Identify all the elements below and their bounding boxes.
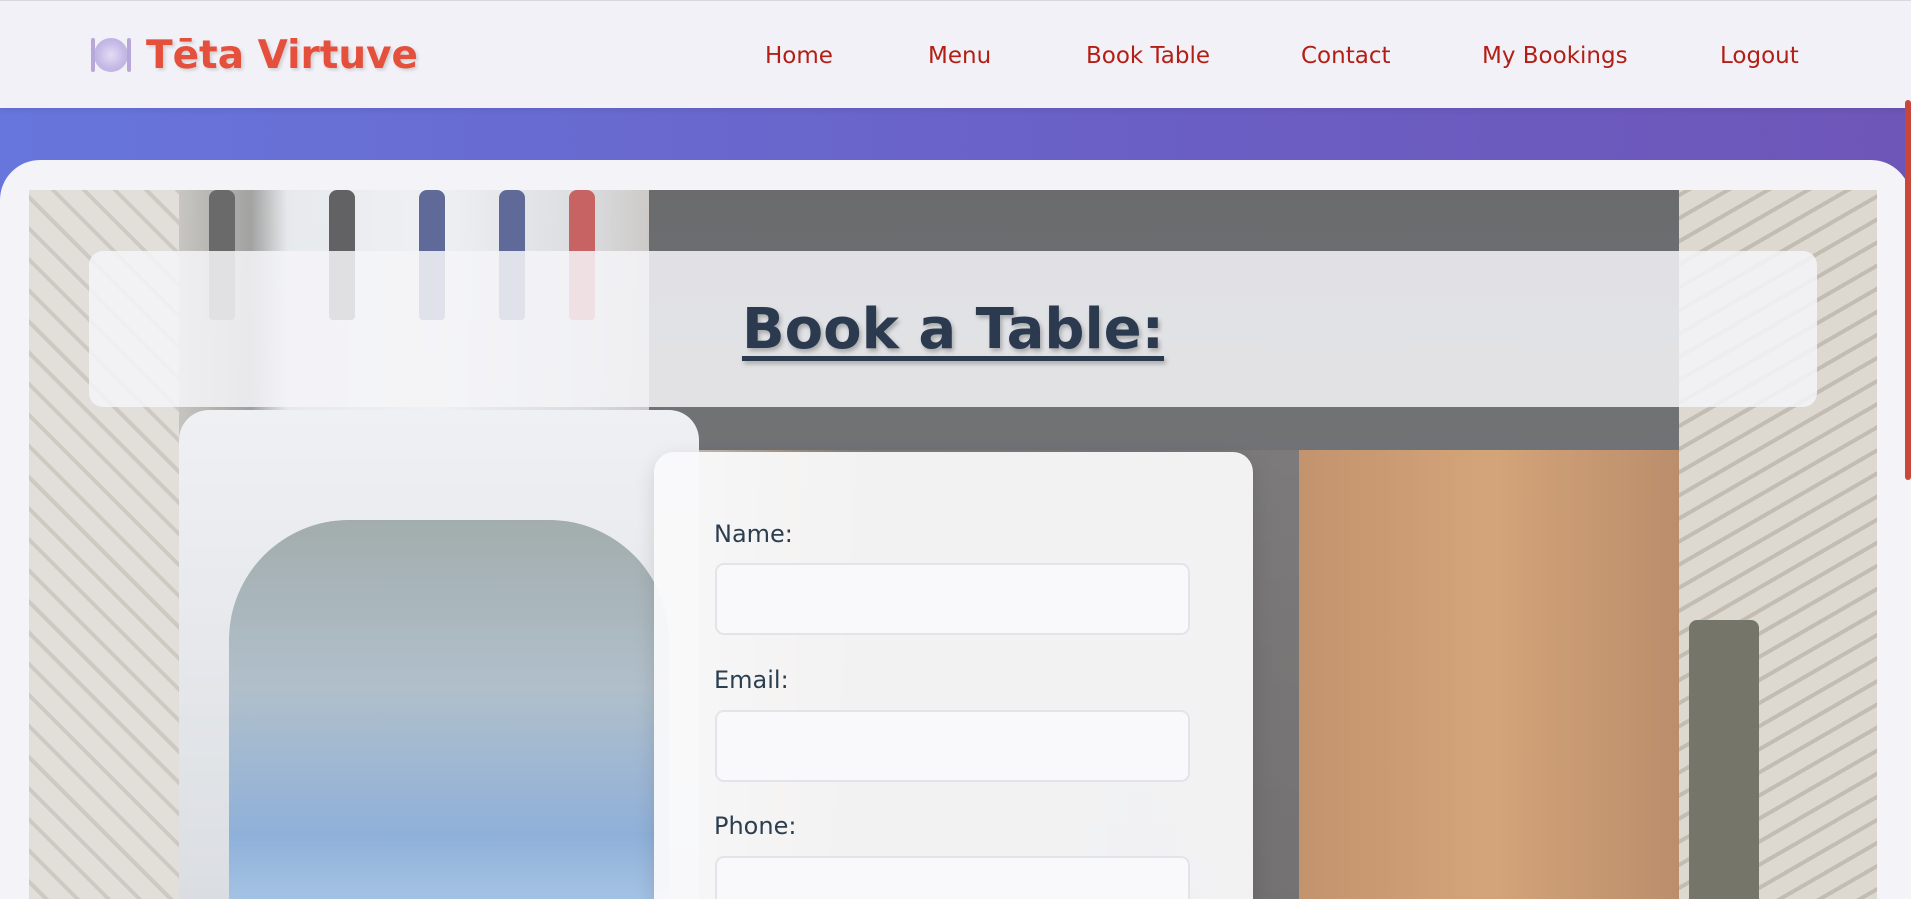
phone-field[interactable] [715,856,1190,899]
top-navbar: Tēta Virtuve Home Menu Book Table Contac… [0,0,1911,108]
nav-link-my-bookings[interactable]: My Bookings [1482,43,1628,69]
nav-link-home[interactable]: Home [765,43,833,69]
phone-label: Phone: [714,812,797,840]
email-field[interactable] [715,710,1190,782]
page-scrollbar[interactable] [1905,100,1911,480]
title-card: Book a Table: [89,251,1817,407]
name-label: Name: [714,520,793,548]
name-field[interactable] [715,563,1190,635]
nav-link-contact[interactable]: Contact [1301,43,1390,69]
nav-link-menu[interactable]: Menu [928,43,991,69]
nav-link-logout[interactable]: Logout [1720,43,1799,69]
nav-links: Home Menu Book Table Contact My Bookings… [0,1,1911,109]
nav-link-book-table[interactable]: Book Table [1086,43,1210,69]
page-title: Book a Table: [741,296,1165,362]
email-label: Email: [714,666,789,694]
booking-form: Name: Email: Phone: [654,452,1253,899]
